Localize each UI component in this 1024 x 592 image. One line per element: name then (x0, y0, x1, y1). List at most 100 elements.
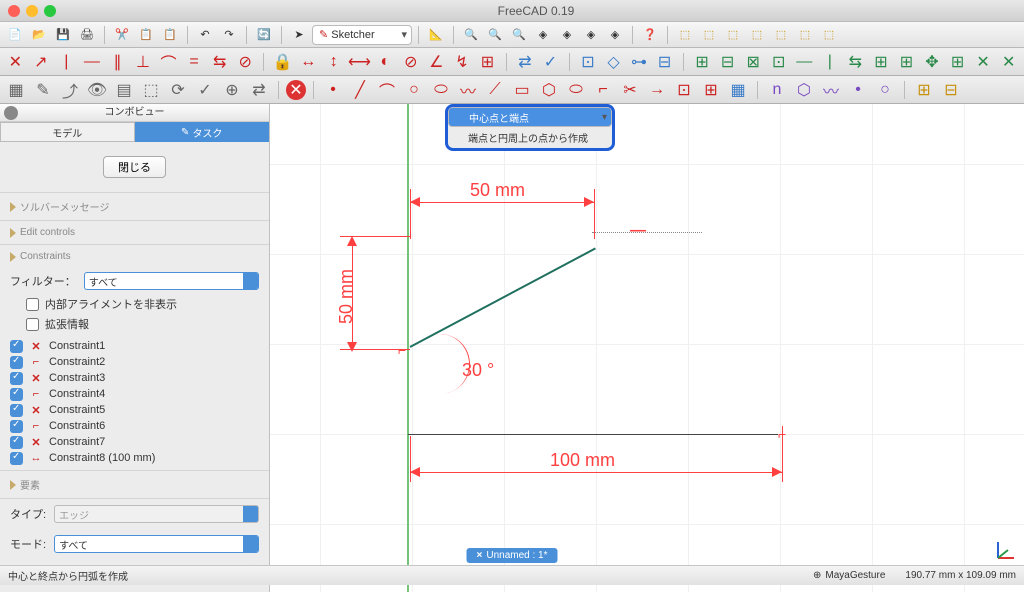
point-on-object-icon[interactable]: ↗ (30, 50, 53, 74)
copy-icon[interactable]: 📋 (135, 25, 157, 45)
radius-icon[interactable]: ◐ (374, 50, 397, 74)
parallel-constraint-icon[interactable]: ∥ (106, 50, 129, 74)
sel-elements-icon[interactable]: ⊞ (691, 50, 714, 74)
dimension-text[interactable]: 50 mm (336, 269, 357, 324)
angle-constraint-icon[interactable]: ∠ (425, 50, 448, 74)
virtual-space-icon[interactable]: ⊞ (912, 78, 936, 102)
cube-iso-icon[interactable]: ⬚ (674, 25, 696, 45)
mode-select[interactable]: すべて (54, 535, 259, 553)
bsp-polygon-icon[interactable]: ⬡ (792, 78, 816, 102)
constraint-checkbox[interactable] (10, 452, 23, 465)
measure-icon[interactable]: 📐 (425, 25, 447, 45)
construction-mode-icon[interactable]: ▦ (726, 78, 750, 102)
tab-model[interactable]: モデル (0, 122, 135, 142)
dimension-text[interactable]: 50 mm (470, 180, 525, 201)
symmetry-tool-icon[interactable]: ⇆ (844, 50, 867, 74)
view-iso-icon[interactable]: ◈ (532, 25, 554, 45)
slot-tool-icon[interactable]: ⬭ (564, 78, 588, 102)
cube-front-icon[interactable]: ⬚ (698, 25, 720, 45)
rectangle-tool-icon[interactable]: ▭ (510, 78, 534, 102)
close-window-icon[interactable] (8, 5, 20, 17)
polygon-tool-icon[interactable]: ⬡ (537, 78, 561, 102)
fillet-tool-icon[interactable]: ⌐ (591, 78, 615, 102)
constraint-checkbox[interactable] (10, 404, 23, 417)
edit-sketch-icon[interactable]: ✎ (31, 78, 55, 102)
nav-style[interactable]: MayaGesture (825, 570, 885, 581)
horizontal-constraint-icon[interactable]: — (81, 50, 104, 74)
move-tool-icon[interactable]: ✥ (921, 50, 944, 74)
cube-right-icon[interactable]: ⬚ (746, 25, 768, 45)
maximize-window-icon[interactable] (44, 5, 56, 17)
diameter-icon[interactable]: ⊘ (400, 50, 423, 74)
view-top-icon[interactable]: ◈ (580, 25, 602, 45)
constraint-row[interactable]: ✕Constraint1 (10, 338, 263, 354)
vs-toggle-icon[interactable]: ⊟ (939, 78, 963, 102)
redo-icon[interactable]: ↷ (218, 25, 240, 45)
document-tab[interactable]: × Unnamed : 1* (467, 548, 558, 563)
view-sketch-icon[interactable]: 👁 (85, 78, 109, 102)
internal-align-icon[interactable]: ⊞ (476, 50, 499, 74)
zoom-out-icon[interactable]: 🔍 (508, 25, 530, 45)
bsp-knot-icon[interactable]: • (846, 78, 870, 102)
constraint-row[interactable]: ↔Constraint8 (100 mm) (10, 450, 263, 466)
view-right-icon[interactable]: ◈ (604, 25, 626, 45)
constraint-checkbox[interactable] (10, 388, 23, 401)
connect-icon[interactable]: ⊶ (628, 50, 651, 74)
distance-x-icon[interactable]: ↔ (297, 50, 320, 74)
view-front-icon[interactable]: ◈ (556, 25, 578, 45)
cube-top-icon[interactable]: ⬚ (722, 25, 744, 45)
equal-constraint-icon[interactable]: = (183, 50, 206, 74)
dimension-text[interactable]: 100 mm (550, 450, 615, 471)
reorient-icon[interactable]: ⟳ (166, 78, 190, 102)
new-file-icon[interactable]: 📄 (4, 25, 26, 45)
lock-constraint-icon[interactable]: 🔒 (271, 50, 294, 74)
cursor-icon[interactable]: ➤ (288, 25, 310, 45)
hide-internal-checkbox[interactable] (26, 298, 39, 311)
line-tool-icon[interactable]: ╱ (348, 78, 372, 102)
arc-tool-icon[interactable]: ⌒ (375, 78, 399, 102)
array-tool-icon[interactable]: ⊞ (946, 50, 969, 74)
sel-ver-axis-icon[interactable]: | (819, 50, 842, 74)
map-sketch-icon[interactable]: ⬚ (139, 78, 163, 102)
print-icon[interactable]: 🖨 (76, 25, 98, 45)
bsp-weight-icon[interactable]: ○ (873, 78, 897, 102)
constraint-row[interactable]: ⌐Constraint2 (10, 354, 263, 370)
constraint-row[interactable]: ✕Constraint5 (10, 402, 263, 418)
snell-constraint-icon[interactable]: ↯ (451, 50, 474, 74)
polyline-tool-icon[interactable]: ⟋ (483, 78, 507, 102)
section-constraints[interactable]: Constraints (0, 244, 269, 268)
cube-back-icon[interactable]: ⬚ (770, 25, 792, 45)
constraint-checkbox[interactable] (10, 420, 23, 433)
clone-tool-icon[interactable]: ⊞ (870, 50, 893, 74)
delete-geom-icon[interactable]: ✕ (972, 50, 995, 74)
constraint-row[interactable]: ✕Constraint7 (10, 434, 263, 450)
open-file-icon[interactable]: 📂 (28, 25, 50, 45)
coincident-constraint-icon[interactable]: ✕ (4, 50, 27, 74)
bspline-tool-icon[interactable]: 〰 (456, 78, 480, 102)
zoom-fit-icon[interactable]: 🔍 (460, 25, 482, 45)
sel-conflicting-icon[interactable]: ⊠ (742, 50, 765, 74)
block-constraint-icon[interactable]: ⊘ (234, 50, 257, 74)
constraint-checkbox[interactable] (10, 372, 23, 385)
vertical-constraint-icon[interactable]: | (55, 50, 78, 74)
save-icon[interactable]: 💾 (52, 25, 74, 45)
distance-icon[interactable]: ⟷ (348, 50, 371, 74)
cube-left-icon[interactable]: ⬚ (818, 25, 840, 45)
constraint-row[interactable]: ⌐Constraint6 (10, 418, 263, 434)
merge-sketch-icon[interactable]: ⊕ (220, 78, 244, 102)
select-constraints-icon[interactable]: ⊟ (653, 50, 676, 74)
validate-icon[interactable]: ✓ (193, 78, 217, 102)
mirror-sketch-icon[interactable]: ⇄ (247, 78, 271, 102)
paste-icon[interactable]: 📋 (159, 25, 181, 45)
tab-task[interactable]: ✎タスク (135, 122, 270, 142)
cut-icon[interactable]: ✂️ (111, 25, 133, 45)
constraint-row[interactable]: ✕Constraint3 (10, 370, 263, 386)
sel-hor-axis-icon[interactable]: — (793, 50, 816, 74)
type-select[interactable]: エッジ (54, 505, 259, 523)
arc-center-endpoints-option[interactable]: 中心点と端点 (448, 107, 612, 127)
arc-endpoints-rim-option[interactable]: 端点と円周上の点から作成 (448, 127, 612, 148)
angle-text[interactable]: 30 ° (462, 360, 494, 381)
perpendicular-constraint-icon[interactable]: ⊥ (132, 50, 155, 74)
filter-select[interactable]: すべて (84, 272, 259, 290)
carbon-copy-icon[interactable]: ⊞ (699, 78, 723, 102)
